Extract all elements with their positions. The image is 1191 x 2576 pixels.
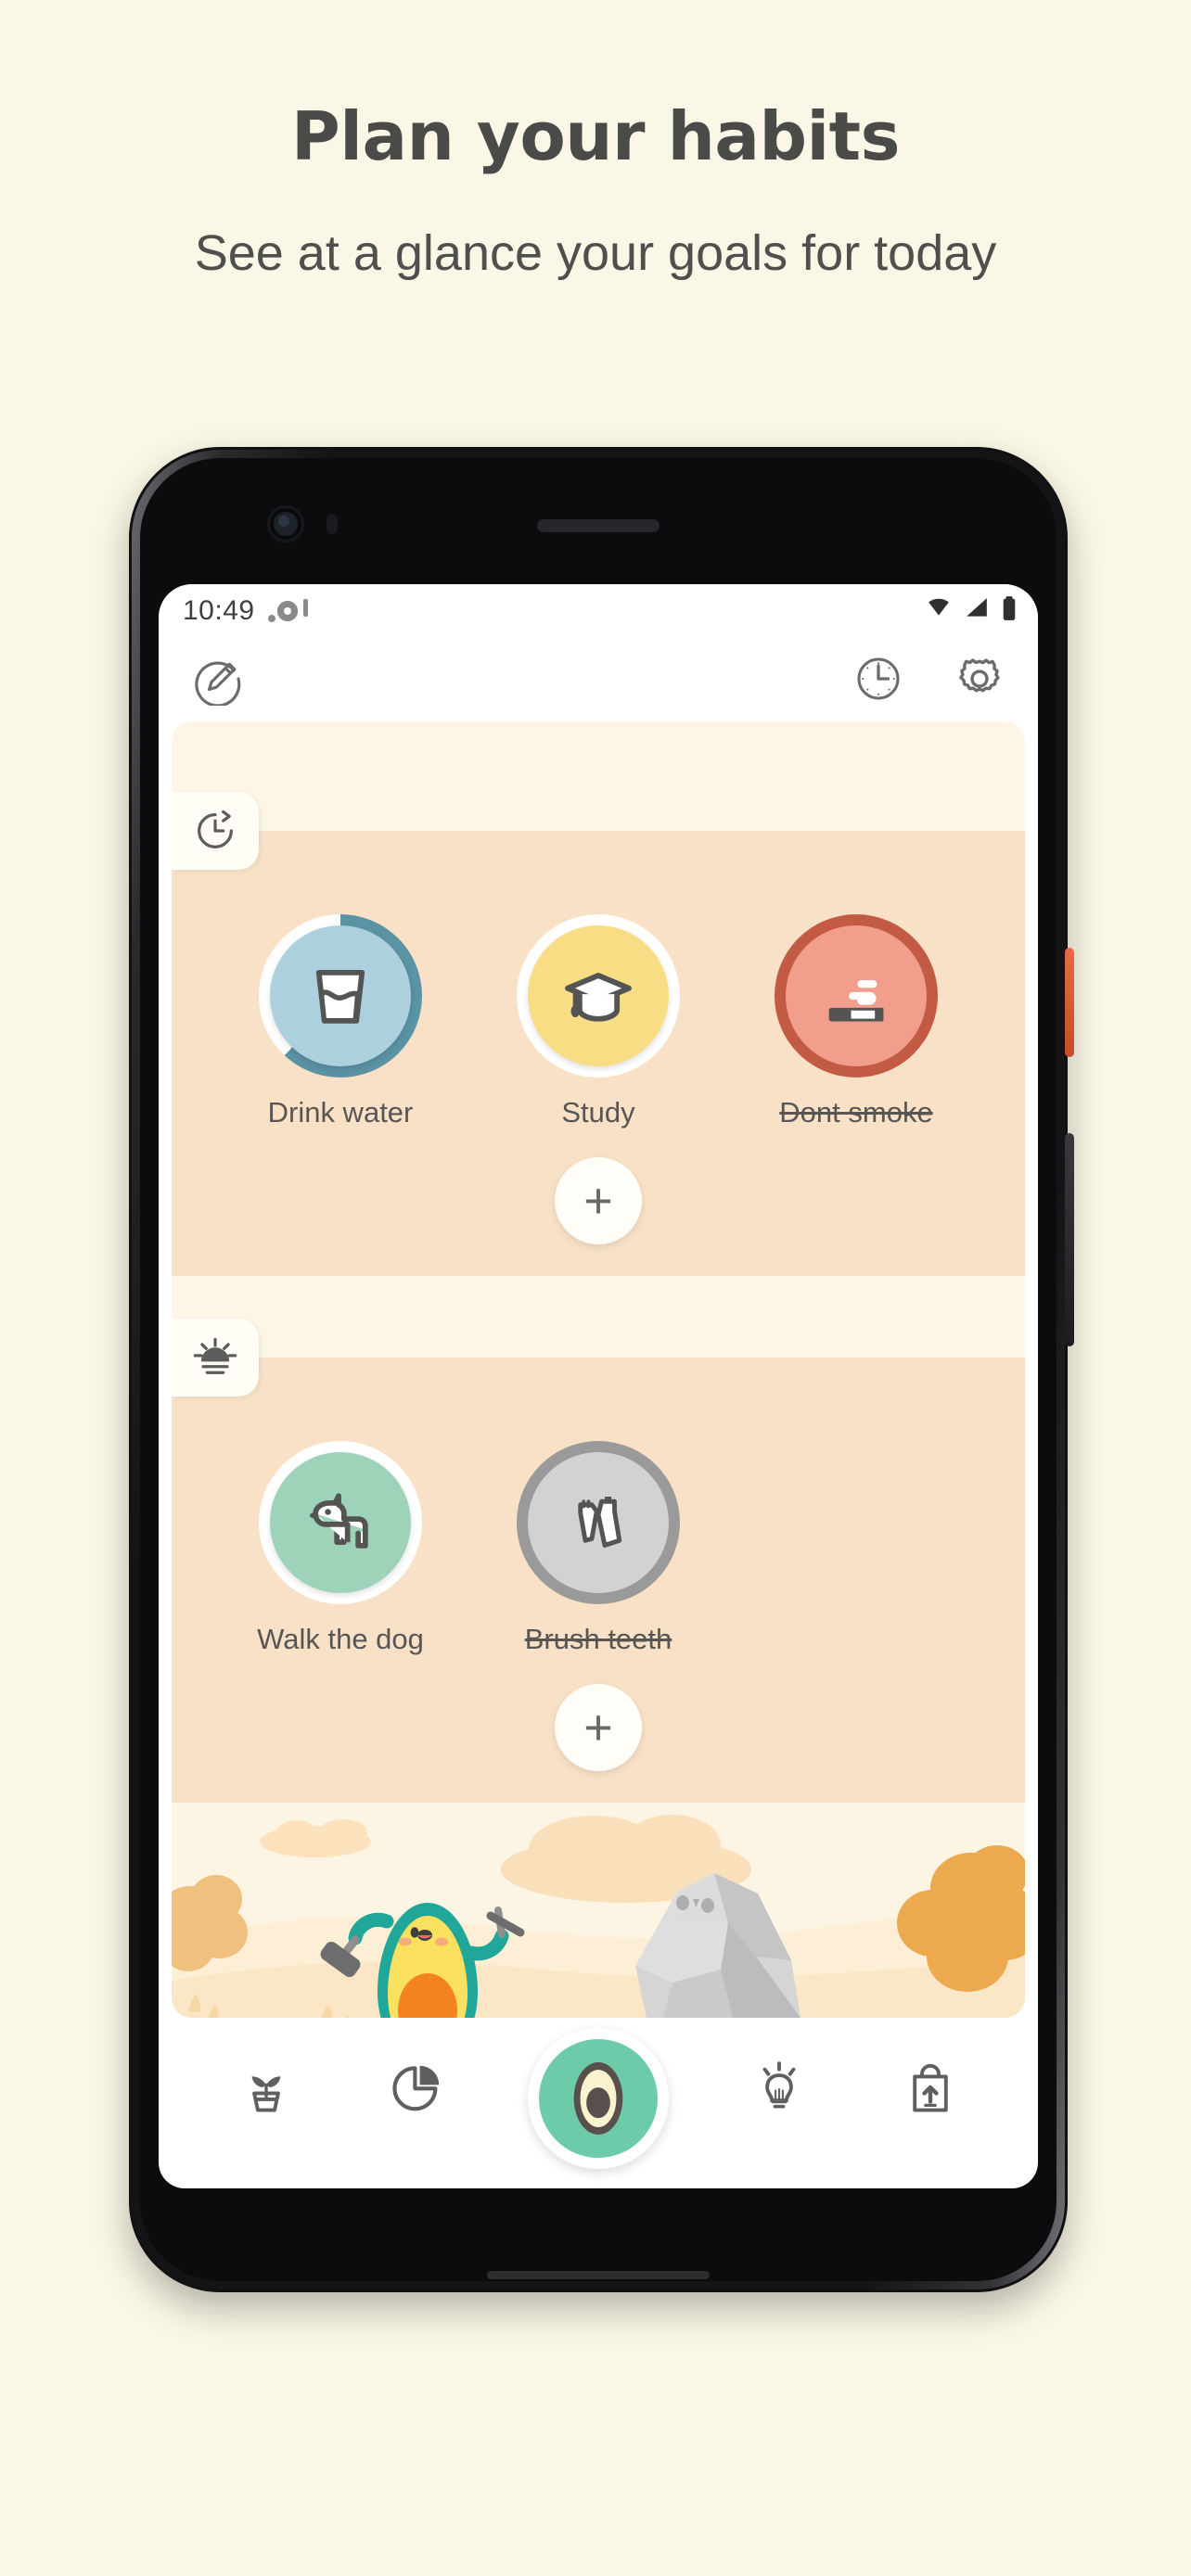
add-avocado-fab[interactable] bbox=[527, 2028, 669, 2169]
status-bar: 10:49 bbox=[159, 584, 1038, 636]
earpiece-icon bbox=[537, 519, 660, 532]
habits-card: Drink water Study Dont smoke + Walk the … bbox=[172, 721, 1025, 2018]
signal-icon bbox=[967, 598, 987, 617]
page-subtitle: See at a glance your goals for today bbox=[194, 225, 997, 281]
page-title: Plan your habits bbox=[291, 97, 900, 175]
habit-label: Drink water bbox=[267, 1096, 414, 1129]
nav-garden[interactable] bbox=[222, 2043, 311, 2132]
habit-progress-ring bbox=[259, 1441, 422, 1604]
status-small-dot-icon bbox=[268, 615, 275, 622]
habit-icon-circle bbox=[528, 925, 669, 1066]
section-tab-morning[interactable] bbox=[172, 792, 259, 870]
avocado-icon bbox=[573, 2062, 623, 2135]
bottom-navigation bbox=[159, 2018, 1038, 2169]
cigarette-icon bbox=[828, 980, 884, 1022]
habit-label: Walk the dog bbox=[257, 1623, 424, 1655]
status-bar-indicator-icon bbox=[303, 599, 308, 617]
plant-pot-icon bbox=[251, 2076, 281, 2112]
section-tab-afternoon[interactable] bbox=[172, 1319, 259, 1396]
nav-tips[interactable] bbox=[735, 2043, 824, 2132]
volume-button[interactable] bbox=[1065, 1133, 1074, 1346]
habit-label: Study bbox=[561, 1096, 635, 1129]
habit-row-morning: Drink water Study Dont smoke bbox=[172, 883, 1025, 1129]
status-icons bbox=[925, 595, 1018, 621]
add-habit-button[interactable]: + bbox=[555, 1684, 642, 1771]
habit-brush-teeth[interactable]: Brush teeth bbox=[491, 1441, 706, 1656]
clock-icon[interactable] bbox=[852, 653, 904, 705]
phone-screen: 10:49 Drink water Study Dont smoke + Wal… bbox=[159, 584, 1038, 2188]
edit-pencil-circle-icon[interactable] bbox=[190, 652, 244, 706]
sunrise-icon bbox=[193, 1337, 237, 1374]
habit-study[interactable]: Study bbox=[491, 914, 706, 1129]
sensor-icon bbox=[327, 514, 338, 534]
illustration-svg bbox=[172, 1803, 1025, 2018]
history-clock-icon bbox=[198, 810, 233, 848]
habit-progress-ring bbox=[775, 914, 938, 1078]
pie-chart-icon bbox=[392, 2065, 440, 2111]
gear-icon[interactable] bbox=[953, 652, 1006, 706]
lightbulb-icon bbox=[762, 2061, 796, 2109]
status-time: 10:49 bbox=[183, 595, 255, 626]
add-habit-wrap-afternoon: + bbox=[172, 1656, 1025, 1803]
status-notification-icon bbox=[277, 601, 298, 621]
wifi-icon bbox=[928, 598, 949, 616]
habit-icon-circle bbox=[270, 925, 411, 1066]
section-band-afternoon: Walk the dog Brush teeth + bbox=[172, 1358, 1025, 1803]
water-glass-icon bbox=[315, 970, 365, 1024]
habit-progress-ring bbox=[259, 914, 422, 1078]
fab-circle bbox=[538, 2039, 658, 2158]
habit-label: Brush teeth bbox=[524, 1623, 672, 1655]
home-indicator[interactable] bbox=[487, 2271, 710, 2279]
promo-screenshot: Plan your habits See at a glance your go… bbox=[0, 0, 1191, 2576]
app-toolbar-actions bbox=[852, 652, 1006, 706]
add-habit-wrap-morning: + bbox=[172, 1129, 1025, 1276]
habit-label: Dont smoke bbox=[779, 1096, 933, 1129]
avocado-mining-rock-illustration bbox=[172, 1803, 1025, 2018]
habit-dont-smoke[interactable]: Dont smoke bbox=[749, 914, 964, 1129]
power-button[interactable] bbox=[1065, 948, 1074, 1057]
phone-mockup: 10:49 Drink water Study Dont smoke + Wal… bbox=[129, 447, 1074, 2292]
battery-icon bbox=[1003, 596, 1016, 620]
dog-icon bbox=[310, 1493, 368, 1549]
shopping-bag-icon bbox=[913, 2063, 949, 2112]
app-toolbar bbox=[159, 636, 1038, 721]
habit-walk-the-dog[interactable]: Walk the dog bbox=[233, 1441, 448, 1656]
habit-icon-circle bbox=[270, 1452, 411, 1593]
toothbrush-icon bbox=[578, 1497, 622, 1548]
habit-drink-water[interactable]: Drink water bbox=[233, 914, 448, 1129]
habit-progress-ring bbox=[517, 1441, 680, 1604]
section-band-morning: Drink water Study Dont smoke + bbox=[172, 831, 1025, 1276]
nav-stats[interactable] bbox=[373, 2043, 462, 2132]
front-camera-icon bbox=[270, 508, 301, 540]
habit-icon-circle bbox=[786, 925, 927, 1066]
graduation-cap-icon bbox=[565, 973, 632, 1022]
habit-progress-ring bbox=[517, 914, 680, 1078]
habit-row-afternoon: Walk the dog Brush teeth bbox=[172, 1409, 1025, 1656]
habit-icon-circle bbox=[528, 1452, 669, 1593]
add-habit-button[interactable]: + bbox=[555, 1157, 642, 1244]
nav-shop[interactable] bbox=[886, 2043, 975, 2132]
